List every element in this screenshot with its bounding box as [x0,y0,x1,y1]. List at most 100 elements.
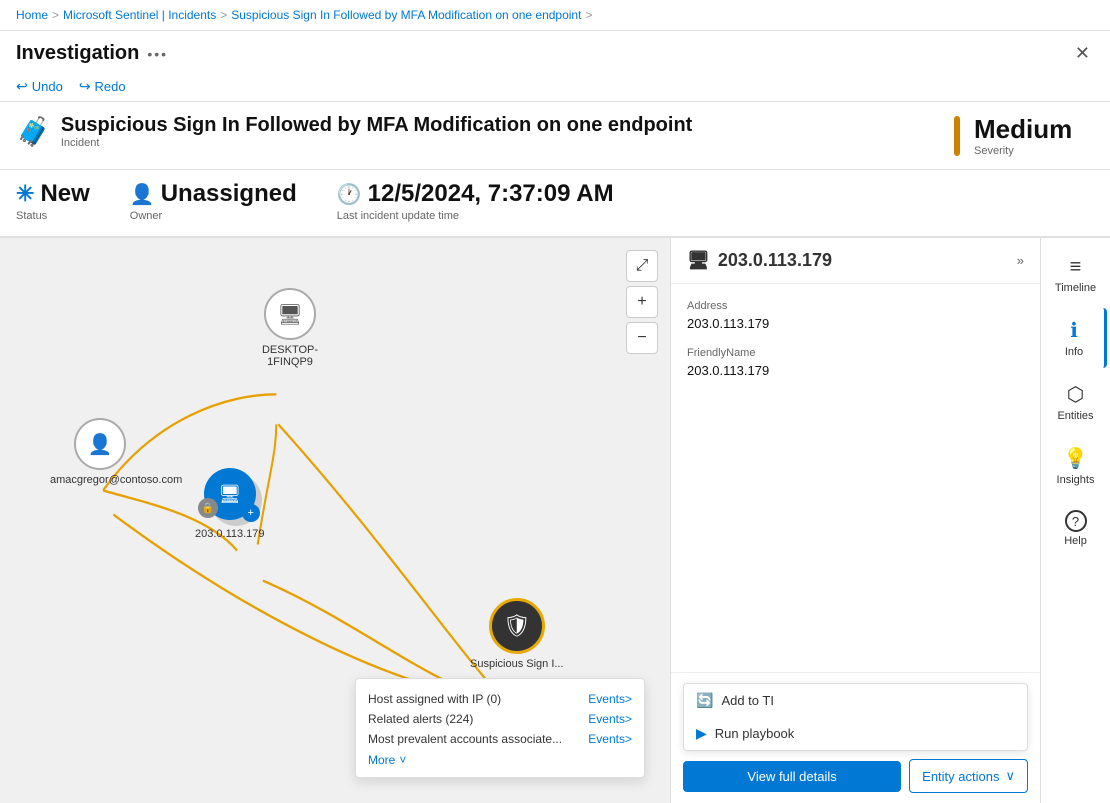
detail-bottom-row: View full details Entity actions ∨ [683,759,1028,793]
breadcrumb-sep3: > [585,8,592,22]
popup-row3-link[interactable]: Events> [588,732,632,746]
sidebar-item-insights[interactable]: 💡 Insights [1045,436,1107,496]
detail-title-row: 🖥 203.0.113.179 [687,250,832,271]
entity-actions-chevron-icon: ∨ [1005,768,1015,784]
severity-bar [954,116,960,156]
breadcrumb: Home > Microsoft Sentinel | Incidents > … [0,0,1110,31]
status-value-text: New [40,180,89,208]
entities-label: Entities [1057,410,1093,422]
popup-row3-label: Most prevalent accounts associate... [368,732,562,746]
toolbar: ↩ Undo ↪ Redo [0,72,1110,102]
add-to-ti-icon: 🔄 [696,692,713,709]
view-full-details-button[interactable]: View full details [683,761,901,792]
zoom-out-button[interactable]: − [626,322,658,354]
status-bar: ✳ New Status 👤 Unassigned Owner 🕐 12/5/2… [0,170,1110,238]
info-icon: ℹ [1070,318,1078,343]
zoom-out-icon: − [637,329,646,347]
fullscreen-icon: ⤢ [636,257,649,275]
detail-title-text: 203.0.113.179 [718,250,832,271]
desktop-label: DESKTOP-1FINQP9 [240,344,340,368]
ip-lock-badge: 🔒 [198,498,218,518]
user-icon: 👤 [88,432,113,457]
incident-label: Incident [61,137,692,149]
detail-footer: 🔄 Add to TI ▶ Run playbook View full det… [671,672,1040,803]
sidebar-item-entities[interactable]: ⬡ Entities [1045,372,1107,432]
fullscreen-button[interactable]: ⤢ [626,250,658,282]
breadcrumb-home[interactable]: Home [16,8,48,22]
popup-more-label: More [368,753,395,767]
entity-actions-menu: 🔄 Add to TI ▶ Run playbook [683,683,1028,751]
timeline-icon: ≡ [1070,256,1082,279]
close-button[interactable]: ✕ [1071,39,1094,68]
run-playbook-button[interactable]: ▶ Run playbook [684,717,1027,750]
entities-icon: ⬡ [1067,382,1084,407]
redo-icon: ↪ [79,78,91,95]
incident-title-section: 🧳 Suspicious Sign In Followed by MFA Mod… [16,114,934,149]
zoom-in-button[interactable]: + [626,286,658,318]
severity-label: Severity [974,145,1072,157]
time-value-row: 🕐 12/5/2024, 7:37:09 AM [337,180,614,208]
alert-node-circle: 🛡 [489,598,545,654]
insights-label: Insights [1057,474,1095,486]
user-label: amacgregor@contoso.com [50,474,150,486]
node-desktop[interactable]: 🖥 DESKTOP-1FINQP9 [240,288,340,368]
detail-field2-label: FriendlyName [687,347,1024,359]
entity-actions-label: Entity actions [922,769,999,784]
status-icon: ✳ [16,181,34,207]
user-node-circle: 👤 [74,418,126,470]
graph-area: 🖥 DESKTOP-1FINQP9 👤 amacgregor@contoso.c… [0,238,670,803]
detail-panel: 🖥 203.0.113.179 » Address 203.0.113.179 … [670,238,1040,803]
add-to-ti-button[interactable]: 🔄 Add to TI [684,684,1027,717]
incident-title: Suspicious Sign In Followed by MFA Modif… [61,114,692,137]
detail-field1-value: 203.0.113.179 [687,316,1024,331]
breadcrumb-current[interactable]: Suspicious Sign In Followed by MFA Modif… [231,8,581,22]
detail-icon: 🖥 [687,250,710,271]
popup-chevron-icon: ˅ [399,753,406,767]
severity-section: Medium Severity [934,114,1094,157]
popup-row-3: Most prevalent accounts associate... Eve… [368,729,632,749]
ip-expand-badge: + [242,504,260,522]
undo-button[interactable]: ↩ Undo [16,78,63,95]
breadcrumb-sep2: > [220,8,227,22]
redo-label: Redo [95,79,126,94]
redo-button[interactable]: ↪ Redo [79,78,126,95]
time-label: Last incident update time [337,210,614,222]
graph-controls: ⤢ + − [626,250,658,354]
node-ip[interactable]: 🖥 + 🔒 203.0.113.179 [195,468,265,540]
breadcrumb-incidents[interactable]: Microsoft Sentinel | Incidents [63,8,216,22]
popup-card: Host assigned with IP (0) Events> Relate… [355,678,645,778]
add-to-ti-label: Add to TI [721,693,774,708]
detail-body: Address 203.0.113.179 FriendlyName 203.0… [671,284,1040,672]
status-value-row: ✳ New [16,180,90,208]
right-sidebar: ≡ Timeline ℹ Info ⬡ Entities 💡 Insights … [1040,238,1110,803]
timeline-label: Timeline [1055,282,1096,294]
status-item-time: 🕐 12/5/2024, 7:37:09 AM Last incident up… [337,180,614,222]
sidebar-item-timeline[interactable]: ≡ Timeline [1045,246,1107,304]
help-label: Help [1064,535,1087,547]
popup-more-button[interactable]: More ˅ [368,753,632,767]
entity-actions-button[interactable]: Entity actions ∨ [909,759,1028,793]
undo-icon: ↩ [16,78,28,95]
popup-row-2: Related alerts (224) Events> [368,709,632,729]
page-more-icon[interactable]: ••• [147,46,168,62]
detail-expand-button[interactable]: » [1017,253,1024,268]
node-user[interactable]: 👤 amacgregor@contoso.com [50,418,150,486]
ip-icon: 🖥 [218,484,241,505]
node-alert[interactable]: 🛡 Suspicious Sign I... [470,598,564,670]
popup-row2-link[interactable]: Events> [588,712,632,726]
run-playbook-icon: ▶ [696,725,707,742]
undo-label: Undo [32,79,63,94]
detail-header: 🖥 203.0.113.179 » [671,238,1040,284]
sidebar-item-help[interactable]: ? Help [1045,500,1107,557]
detail-field2-value: 203.0.113.179 [687,363,1024,378]
popup-row1-link[interactable]: Events> [588,692,632,706]
detail-field-address: Address 203.0.113.179 [687,300,1024,331]
header: Investigation ••• ✕ [0,31,1110,68]
sidebar-item-info[interactable]: ℹ Info [1045,308,1107,368]
alert-label: Suspicious Sign I... [470,658,564,670]
owner-value-text: Unassigned [161,180,297,208]
owner-icon: 👤 [130,182,155,207]
status-label: Status [16,210,90,222]
severity-value: Medium [974,114,1072,145]
info-label: Info [1065,346,1083,358]
